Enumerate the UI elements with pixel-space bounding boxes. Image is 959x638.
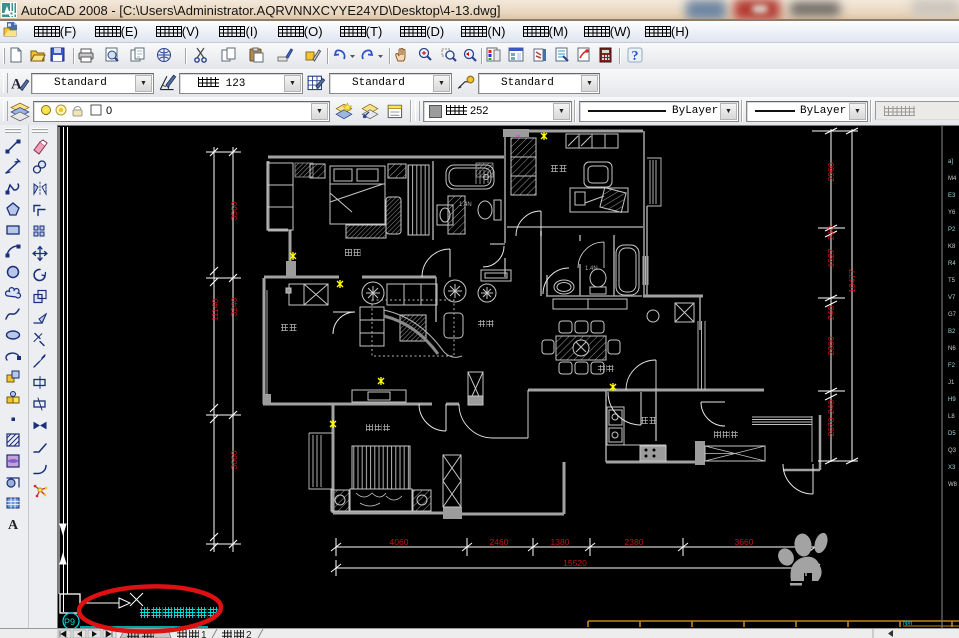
svg-text:10477: 10477 xyxy=(847,269,857,293)
svg-text:2800: 2800 xyxy=(826,336,836,355)
svg-text:F2: F2 xyxy=(948,363,956,369)
svg-text:15520: 15520 xyxy=(563,558,587,568)
svg-text:3660: 3660 xyxy=(229,450,239,469)
svg-text:N#l: N#l xyxy=(903,621,912,627)
svg-text:V7: V7 xyxy=(948,295,956,301)
svg-text:a]: a] xyxy=(948,159,953,165)
svg-text:1.4N: 1.4N xyxy=(585,266,598,272)
svg-text:1.4N: 1.4N xyxy=(459,202,472,208)
svg-text:Q3: Q3 xyxy=(948,448,957,454)
svg-text:2380: 2380 xyxy=(625,537,644,547)
svg-text:P9: P9 xyxy=(64,617,75,627)
svg-text:1927: 1927 xyxy=(826,248,836,267)
svg-text:A: A xyxy=(11,76,22,92)
svg-text:P2: P2 xyxy=(948,227,956,233)
svg-text:G7: G7 xyxy=(948,312,957,318)
svg-text:E3: E3 xyxy=(948,193,956,199)
svg-text:M4: M4 xyxy=(948,176,957,182)
svg-text:N6: N6 xyxy=(948,346,956,352)
svg-text:3560: 3560 xyxy=(229,201,239,220)
svg-text:D5: D5 xyxy=(948,431,956,437)
svg-text:2070: 2070 xyxy=(826,417,836,436)
svg-text:J1: J1 xyxy=(948,380,955,386)
svg-text:2460: 2460 xyxy=(490,537,509,547)
svg-text:H9: H9 xyxy=(948,397,956,403)
svg-text:3660: 3660 xyxy=(735,537,754,547)
svg-text:X3: X3 xyxy=(948,465,956,471)
svg-text:W8: W8 xyxy=(948,482,958,488)
svg-text:?: ? xyxy=(632,49,639,64)
svg-text:B2: B2 xyxy=(948,329,956,335)
svg-text:240: 240 xyxy=(826,400,836,414)
svg-text:Y6: Y6 xyxy=(948,210,956,216)
svg-text:K8: K8 xyxy=(948,244,956,250)
svg-text:2960: 2960 xyxy=(826,162,836,181)
svg-text:240: 240 xyxy=(826,306,836,320)
svg-text:A: A xyxy=(8,518,19,533)
svg-text:4060: 4060 xyxy=(390,537,409,547)
svg-text:240: 240 xyxy=(826,226,836,240)
svg-text:T5: T5 xyxy=(948,278,956,284)
svg-text:R4: R4 xyxy=(948,261,956,267)
svg-text:3240: 3240 xyxy=(229,297,239,316)
svg-text:11140: 11140 xyxy=(210,299,220,322)
svg-text:L8: L8 xyxy=(948,414,955,420)
svg-text:1380: 1380 xyxy=(551,537,570,547)
